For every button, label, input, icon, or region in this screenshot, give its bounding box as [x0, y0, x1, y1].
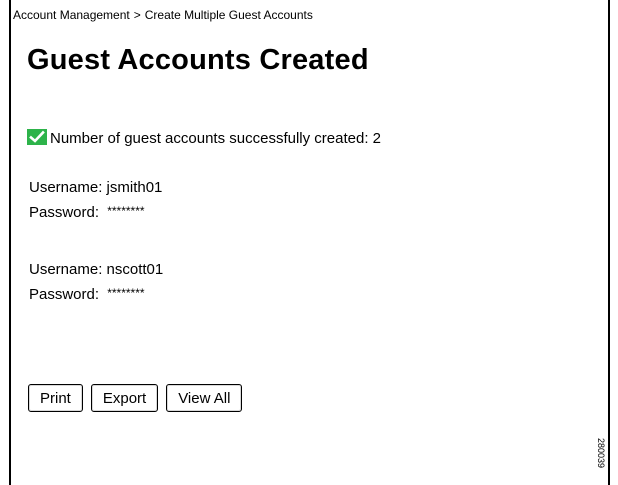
action-buttons: Print Export View All — [28, 384, 250, 412]
breadcrumb: Account Management > Create Multiple Guest… — [13, 8, 313, 22]
account-entry: Username: nscott01 Password: ******** — [29, 257, 163, 308]
success-message: Number of guest accounts successfully cr… — [27, 128, 382, 147]
password-row: Password: ******** — [29, 282, 163, 308]
breadcrumb-parent[interactable]: Account Management — [13, 8, 130, 22]
password-row: Password: ******** — [29, 200, 162, 226]
breadcrumb-current: Create Multiple Guest Accounts — [144, 8, 313, 22]
guest-accounts-panel: Account Management > Create Multiple Guest… — [9, 0, 610, 485]
figure-id: 280039 — [596, 438, 606, 469]
password-label: Password: — [29, 286, 100, 303]
password-label: Password: — [29, 204, 100, 221]
page-title: Guest Accounts Created — [27, 44, 369, 76]
export-button[interactable]: Export — [90, 384, 159, 412]
username-label: Username: — [29, 261, 103, 278]
username-row: Username: jsmith01 — [29, 175, 162, 200]
username-row: Username: nscott01 — [29, 257, 163, 282]
account-entry: Username: jsmith01 Password: ******** — [29, 175, 162, 226]
breadcrumb-separator: > — [133, 8, 141, 22]
password-value: ******** — [107, 286, 145, 300]
success-count: 2 — [372, 130, 382, 147]
view-all-button[interactable]: View All — [166, 384, 243, 412]
print-button[interactable]: Print — [28, 384, 83, 412]
check-icon — [27, 128, 47, 145]
password-value: ******** — [107, 204, 145, 218]
success-label: Number of guest accounts successfully cr… — [50, 130, 369, 147]
username-value: jsmith01 — [106, 179, 163, 196]
username-value: nscott01 — [106, 261, 164, 278]
username-label: Username: — [29, 179, 103, 196]
